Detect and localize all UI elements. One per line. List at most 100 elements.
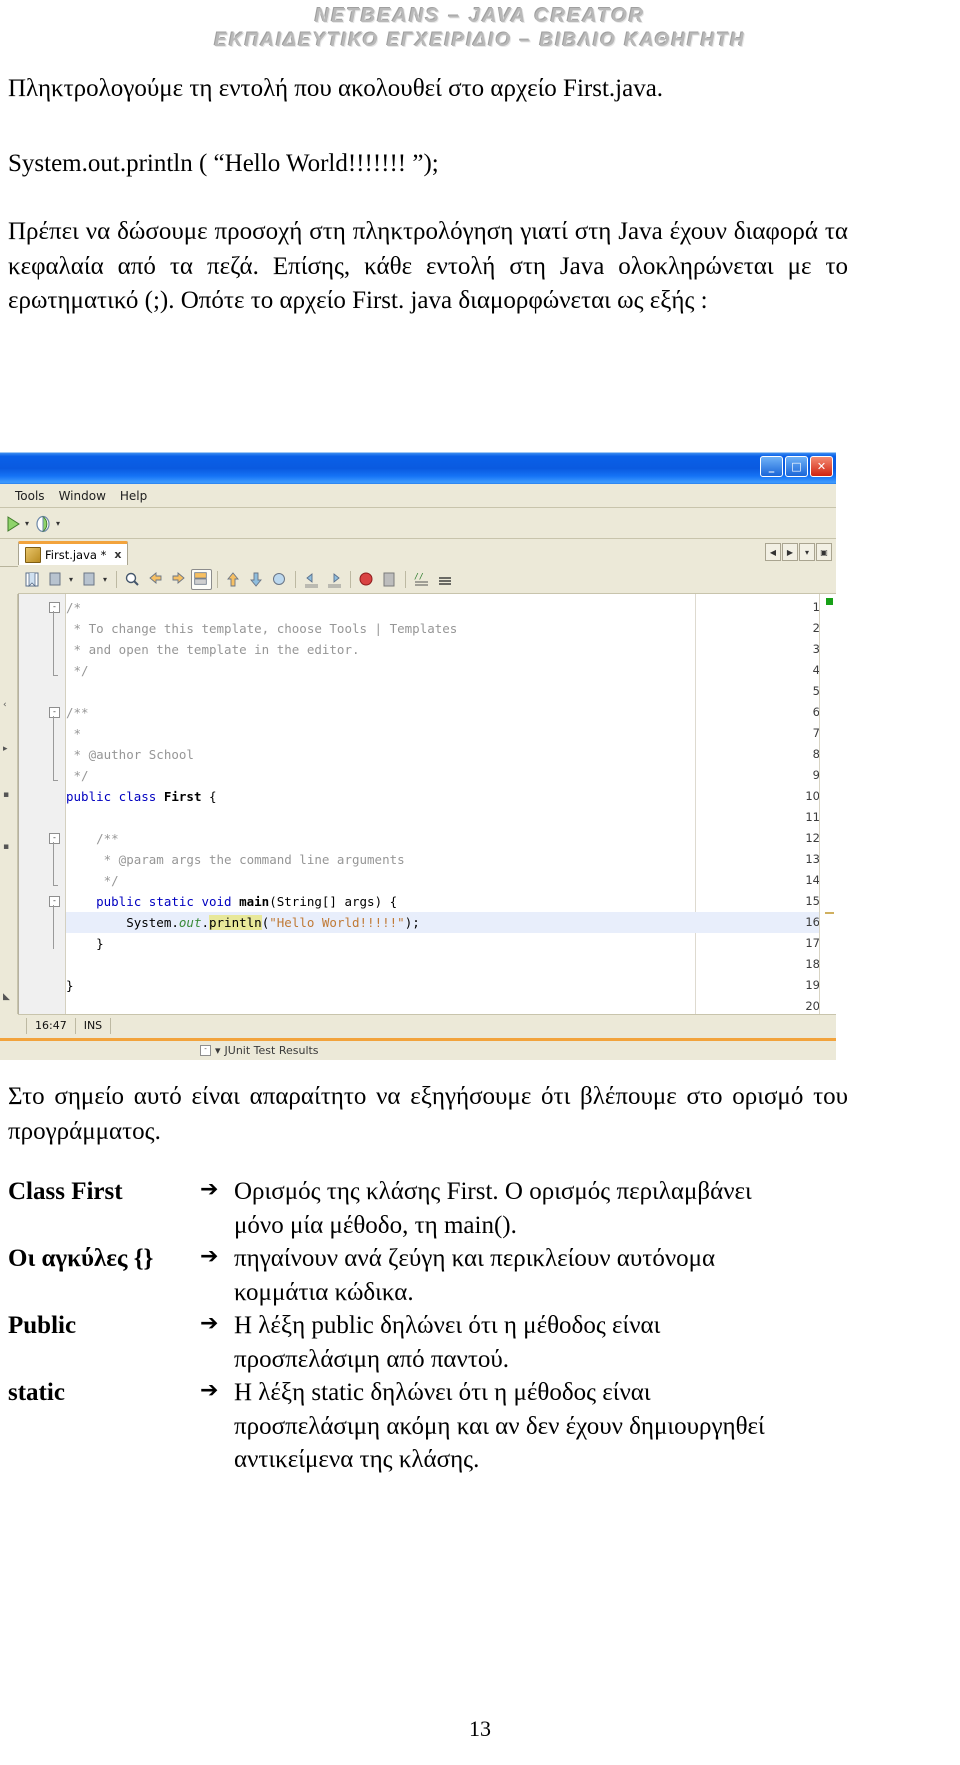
previous-bookmark-icon[interactable]	[45, 569, 66, 590]
maximize-button[interactable]: □	[785, 456, 808, 477]
chevron-down-icon[interactable]: ▾	[25, 519, 29, 528]
definition-continuation: μόνο μία μέθοδο, τη main().	[234, 1211, 517, 1239]
navigator-dock-label[interactable]: ▪	[3, 790, 9, 800]
find-previous-icon[interactable]	[145, 569, 166, 590]
next-bookmark-icon[interactable]	[79, 569, 100, 590]
toolbar-separator	[350, 571, 352, 588]
toggle-breakpoint-icon[interactable]	[356, 569, 377, 590]
bottom-tab-label: JUnit Test Results	[224, 1044, 319, 1057]
code-line[interactable]: /**	[66, 702, 89, 723]
chevron-down-icon[interactable]: ▾	[103, 575, 107, 584]
code-line[interactable]: public class First {	[66, 786, 217, 807]
tab-junit-test-results[interactable]: - ▾ JUnit Test Results	[200, 1044, 319, 1057]
line-number: 18	[805, 957, 820, 971]
code-content[interactable]: /* * To change this template, choose Too…	[66, 594, 836, 1014]
toggle-highlight-search-icon[interactable]	[191, 569, 213, 590]
close-button[interactable]: ✕	[810, 456, 833, 477]
minimize-button[interactable]: _	[760, 456, 783, 477]
header-line-2: ΕΚΠΑΙΔΕΥΤΙΚΟ ΕΓΧΕΙΡΙΔΙΟ – ΒΙΒΛΙΟ ΚΑΘΗΓΗΤ…	[214, 30, 746, 51]
shift-right-icon[interactable]	[324, 569, 345, 590]
close-icon[interactable]: x	[114, 548, 121, 561]
projects-dock-label[interactable]: ‹	[3, 700, 7, 710]
files-dock-label[interactable]: ▸	[3, 744, 8, 754]
code-fold-toggle[interactable]: -	[49, 833, 60, 844]
tab-scroll-right-icon[interactable]: ▶	[782, 543, 798, 561]
tab-first-java[interactable]: First.java * x	[18, 541, 129, 565]
code-line[interactable]: */	[66, 765, 89, 786]
chevron-down-icon[interactable]: ▾	[56, 519, 60, 528]
tab-navigation-controls: ◀ ▶ ▾ ▣	[765, 543, 832, 561]
code-line[interactable]: */	[66, 870, 119, 891]
tab-scroll-left-icon[interactable]: ◀	[765, 543, 781, 561]
run-project-icon[interactable]	[2, 513, 24, 535]
code-line[interactable]: }	[66, 933, 104, 954]
code-line[interactable]: * and open the template in the editor.	[66, 639, 360, 660]
output-dock-label[interactable]: ▪	[3, 842, 9, 852]
previous-bookmark-arrow-icon[interactable]	[223, 569, 244, 590]
fold-guide-line	[53, 716, 54, 781]
menu-item-tools[interactable]: Tools	[8, 488, 52, 504]
find-selection-icon[interactable]	[122, 569, 143, 590]
definition-continuation: προσπελάσιμη ακόμη και αν δεν έχουν δημι…	[234, 1412, 765, 1474]
document-body-top: Πληκτρολογούμε τη εντολή που ακολουθεί σ…	[8, 72, 848, 327]
code-line[interactable]: */	[66, 660, 89, 681]
code-line[interactable]: public static void main(String[] args) {	[66, 891, 397, 912]
code-line[interactable]: * @author School	[66, 744, 194, 765]
page-header-watermark: NETBEANS – JAVA CREATOR ΕΚΠΑΙΔΕΥΤΙΚΟ ΕΓΧ…	[0, 0, 960, 53]
code-line[interactable]: }	[66, 975, 74, 996]
collapse-icon[interactable]: -	[200, 1045, 211, 1056]
code-line[interactable]: * @param args the command line arguments	[66, 849, 405, 870]
ide-main-toolbar: ▾ ▾	[0, 509, 836, 539]
paragraph-intro: Πληκτρολογούμε τη εντολή που ακολουθεί σ…	[8, 75, 664, 102]
definition-continuation: προσπελάσιμη από παντού.	[234, 1345, 510, 1373]
bottom-output-pane: - ▾ JUnit Test Results	[0, 1038, 836, 1060]
line-number: 17	[805, 936, 820, 950]
menu-item-window[interactable]: Window	[52, 488, 113, 504]
comment-lines-icon[interactable]: //	[411, 569, 432, 590]
menu-item-help[interactable]: Help	[113, 488, 154, 504]
definition-term: Οι αγκύλες {}	[8, 1245, 154, 1272]
code-fold-toggle[interactable]: -	[49, 602, 60, 613]
svg-text://: //	[414, 572, 424, 581]
line-number: 20	[805, 999, 820, 1013]
definition-continuation: κομμάτια κώδικα.	[234, 1278, 414, 1306]
services-dock-label[interactable]: ◣	[3, 992, 10, 1002]
line-number: 6	[812, 705, 820, 719]
line-number: 7	[812, 726, 820, 740]
code-line[interactable]: System.out.println("Hello World!!!!!");	[66, 912, 420, 933]
definition-term: Class First	[8, 1178, 123, 1205]
code-line[interactable]: /*	[66, 597, 81, 618]
header-line-1: NETBEANS – JAVA CREATOR	[314, 5, 646, 27]
code-line[interactable]: /**	[66, 828, 119, 849]
page-number: 13	[469, 1716, 491, 1741]
chevron-down-icon[interactable]: ▾	[215, 1044, 221, 1057]
shift-left-icon[interactable]	[301, 569, 322, 590]
code-fold-toggle[interactable]: -	[49, 707, 60, 718]
definition-row: Public ➔ Η λέξη public δηλώνει ότι η μέθ…	[8, 1309, 848, 1343]
editor-error-stripe[interactable]	[819, 594, 836, 1014]
code-fold-toggle[interactable]: -	[49, 896, 60, 907]
line-number: 4	[812, 663, 820, 677]
line-number: 11	[805, 810, 820, 824]
find-next-icon[interactable]	[168, 569, 189, 590]
code-line[interactable]: *	[66, 723, 82, 744]
tab-label: First.java *	[45, 547, 107, 562]
paragraph-explanation: Πρέπει να δώσουμε προσοχή στη πληκτρολόγ…	[8, 218, 848, 314]
stop-icon[interactable]	[379, 569, 400, 590]
debug-project-icon[interactable]	[33, 513, 55, 535]
toggle-bookmark-icon[interactable]	[22, 569, 43, 590]
code-editor[interactable]: /* * To change this template, choose Too…	[18, 594, 836, 1014]
arrow-icon: ➔	[200, 1311, 219, 1336]
chevron-down-icon[interactable]: ▾	[69, 575, 73, 584]
code-line[interactable]: * To change this template, choose Tools …	[66, 618, 458, 639]
last-edit-location-icon[interactable]	[269, 569, 290, 590]
ide-menu-bar: Tools Window Help	[0, 484, 836, 508]
next-bookmark-arrow-icon[interactable]	[246, 569, 267, 590]
status-ok-indicator	[826, 598, 833, 605]
uncomment-lines-icon[interactable]	[434, 569, 455, 590]
maximize-editor-icon[interactable]: ▣	[816, 543, 832, 561]
tab-list-dropdown-icon[interactable]: ▾	[799, 543, 815, 561]
line-number: 12	[805, 831, 820, 845]
editor-status-bar: 16:47 INS	[18, 1014, 836, 1036]
